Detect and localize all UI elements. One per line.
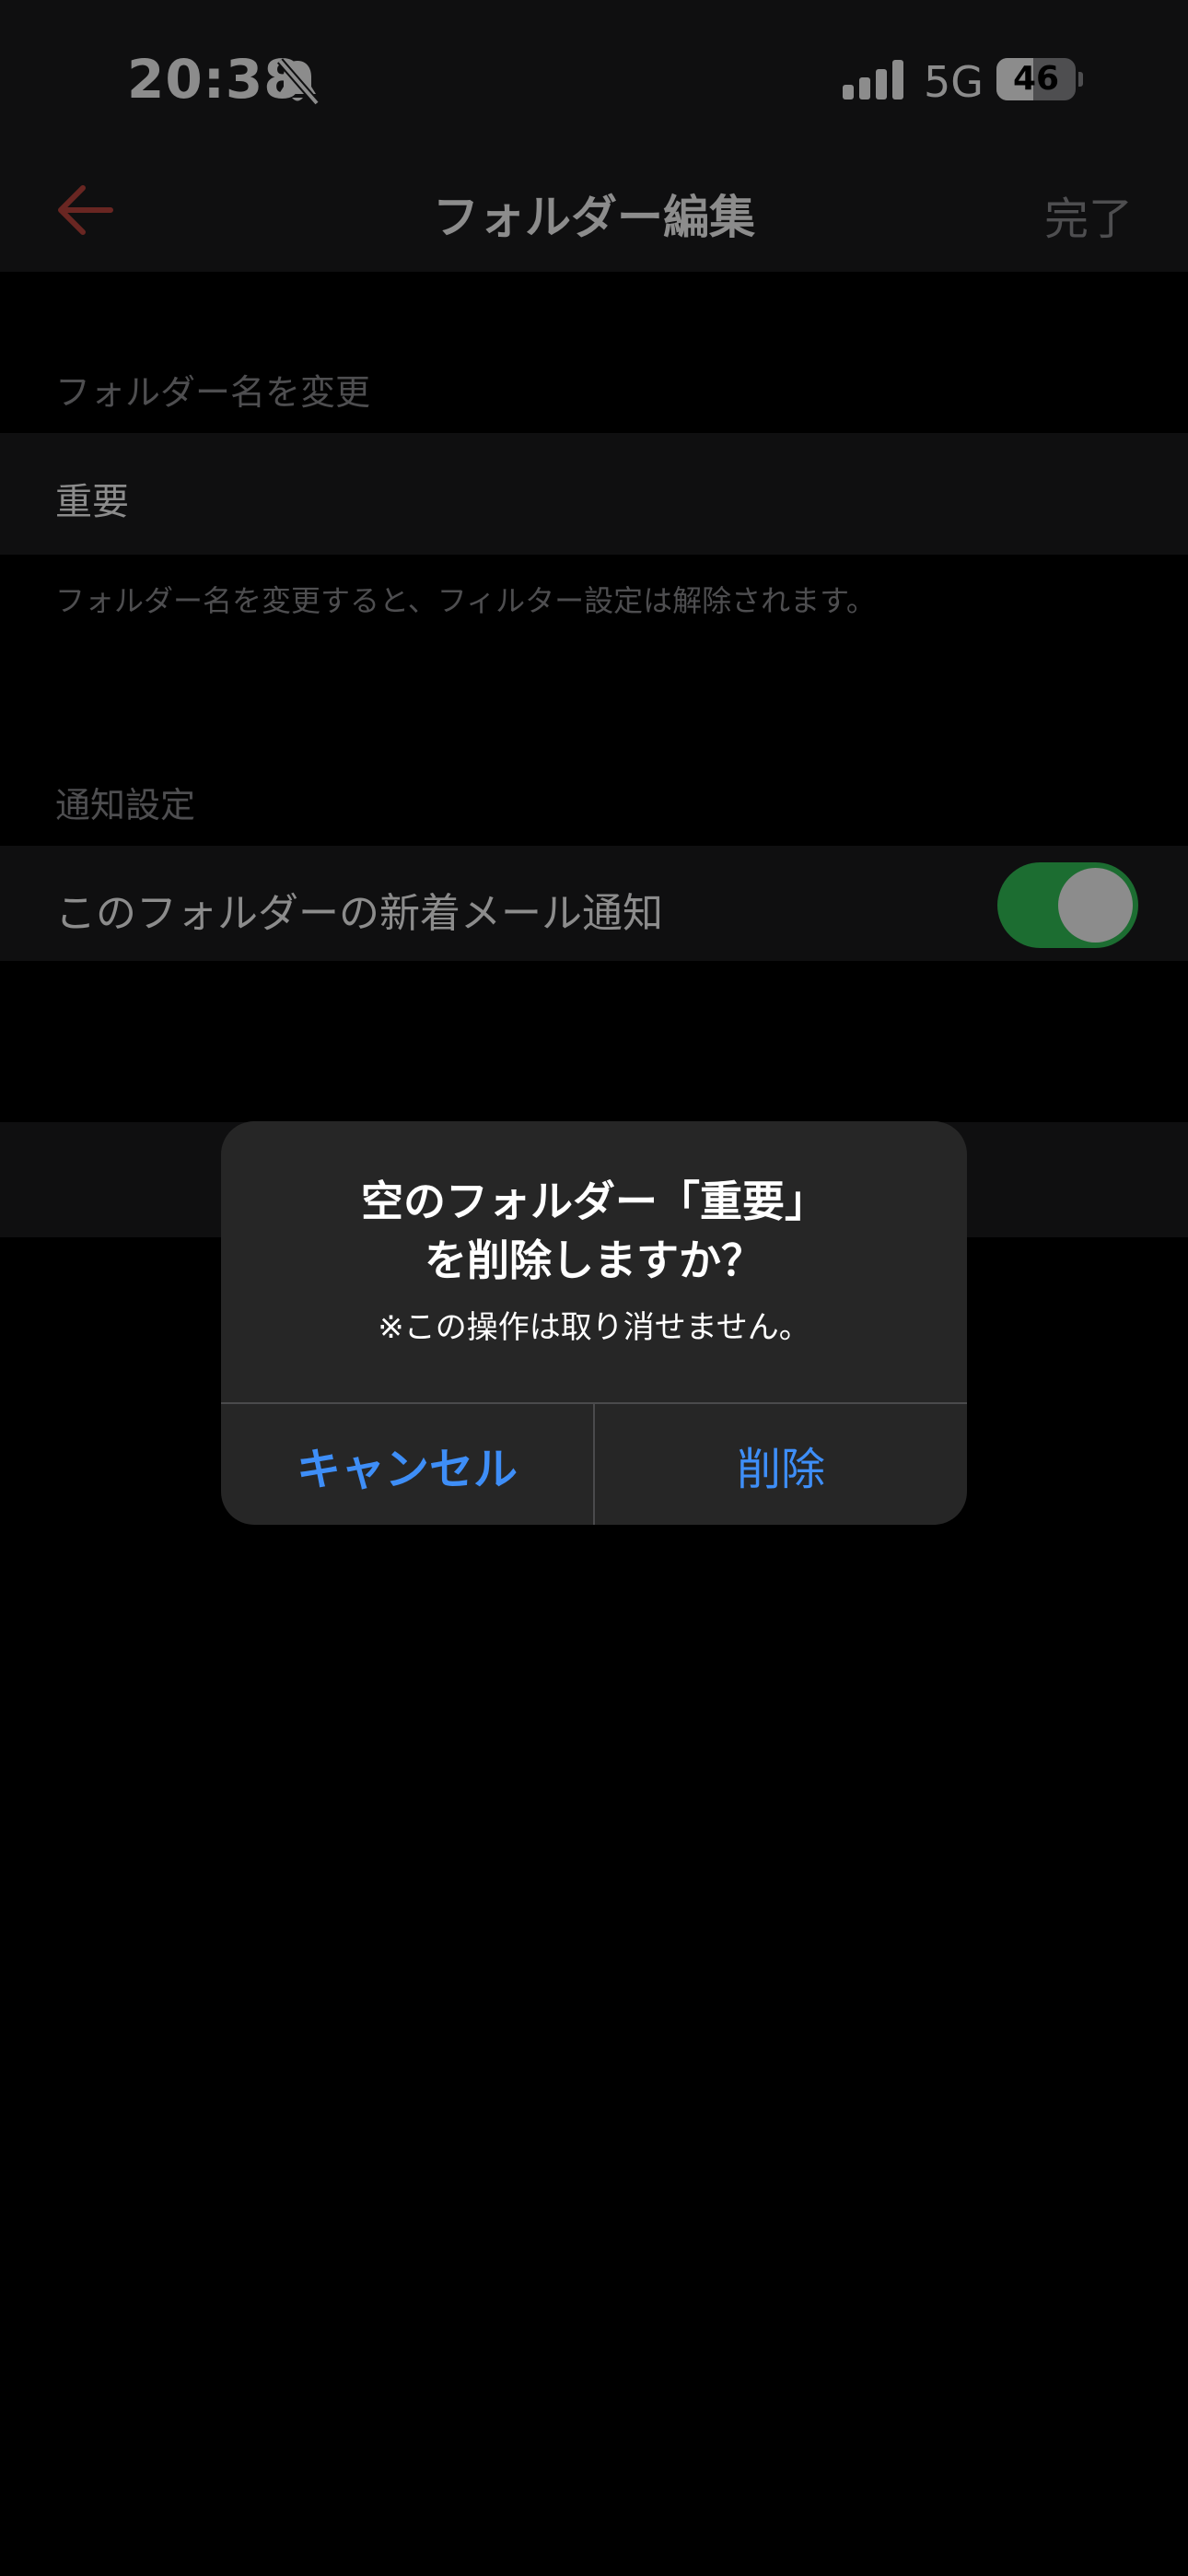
cancel-button[interactable]: キャンセル [221, 1404, 593, 1525]
alert-message: ※この操作は取り消せません。 [378, 1309, 810, 1346]
delete-confirm-alert: 空のフォルダー「重要」 を削除しますか？ ※この操作は取り消せません。 キャンセ… [221, 1121, 967, 1525]
alert-title-line-1: 空のフォルダー「重要」 [361, 1177, 827, 1226]
delete-button[interactable]: 削除 [595, 1404, 967, 1525]
alert-title: 空のフォルダー「重要」 を削除しますか？ [239, 1172, 949, 1290]
screen: 20:38 5G 46 フォルダー編集 完了 フォルダー名を変更 重要 フォルダ… [0, 0, 1188, 2576]
alert-title-line-2: を削除しますか？ [425, 1235, 763, 1285]
